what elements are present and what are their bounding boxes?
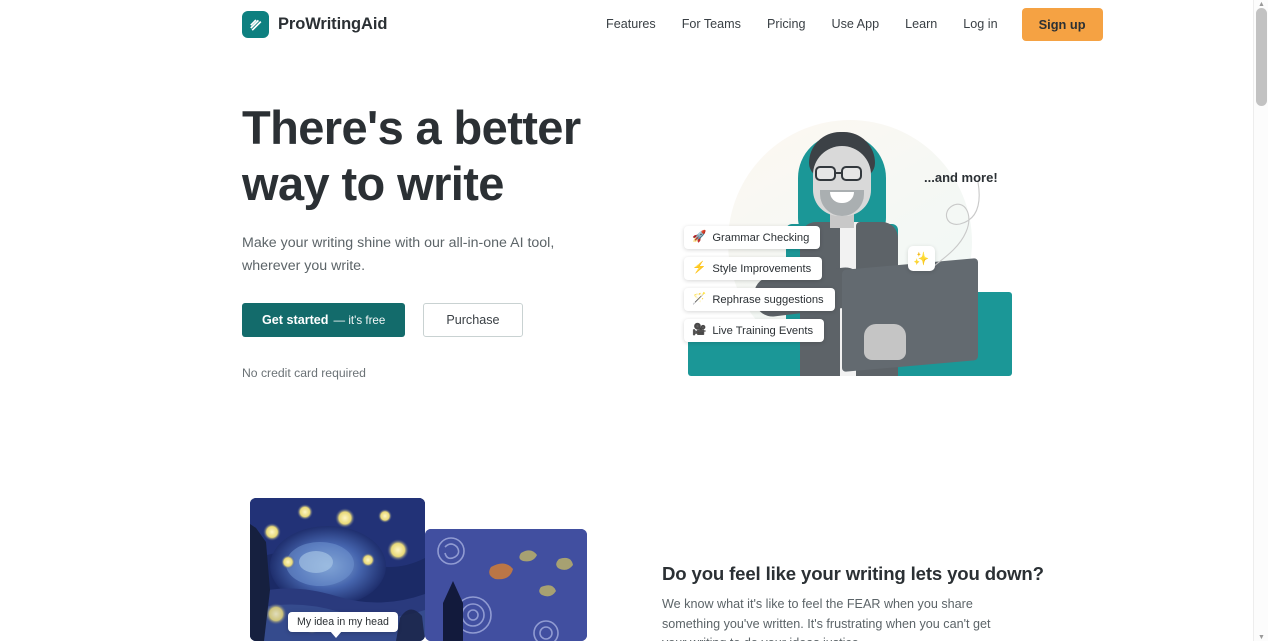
laptop-icon xyxy=(842,258,978,372)
nav-link-features[interactable]: Features xyxy=(600,11,669,37)
main-navigation: Features For Teams Pricing Use App Learn… xyxy=(600,0,1103,48)
get-started-button[interactable]: Get started — it's free xyxy=(242,303,406,337)
feature-chip-live-training-events[interactable]: 🎥 Live Training Events xyxy=(684,319,825,342)
nav-link-learn[interactable]: Learn xyxy=(892,11,950,37)
lightning-icon: ⚡ xyxy=(692,261,707,274)
scrollbar-thumb[interactable] xyxy=(1256,8,1267,106)
nav-link-for-teams[interactable]: For Teams xyxy=(669,11,754,37)
hero-cta-group: Get started — it's free Purchase xyxy=(242,303,523,337)
glasses-lens-left xyxy=(815,166,836,181)
video-camera-icon: 🎥 xyxy=(692,323,707,336)
prowritingaid-logo-icon xyxy=(242,11,269,38)
feature-chip-label: Rephrase suggestions xyxy=(712,293,824,306)
feature-chip-rephrase-suggestions[interactable]: 🪄 Rephrase suggestions xyxy=(684,288,835,311)
no-credit-card-note: No credit card required xyxy=(242,366,366,380)
person-hand xyxy=(864,324,906,360)
simplified-painting-panel xyxy=(425,529,587,641)
sparkles-icon: ✨ xyxy=(913,250,930,266)
lower-section-body: We know what it's like to feel the FEAR … xyxy=(662,597,991,641)
rocket-icon: 🚀 xyxy=(692,230,707,243)
page-root: ProWritingAid Features For Teams Pricing… xyxy=(0,0,1268,641)
nav-link-use-app[interactable]: Use App xyxy=(818,11,892,37)
scroll-down-arrow-icon[interactable]: ▼ xyxy=(1254,633,1268,641)
lower-section-title: Do you feel like your writing lets you d… xyxy=(662,563,1044,584)
get-started-sublabel: — it's free xyxy=(333,313,386,327)
feature-chip-grammar-checking[interactable]: 🚀 Grammar Checking xyxy=(684,226,821,249)
purchase-button[interactable]: Purchase xyxy=(423,303,523,337)
hero-illustration: 🚀 Grammar Checking ⚡ Style Improvements … xyxy=(676,112,1012,382)
idea-tooltip: My idea in my head xyxy=(288,612,398,638)
site-header: ProWritingAid Features For Teams Pricing… xyxy=(0,0,1254,48)
feature-chip-label: Grammar Checking xyxy=(712,231,810,244)
hero-title-line-2: way to write xyxy=(242,157,504,210)
sparkles-badge: ✨ xyxy=(908,246,935,271)
glasses-bridge xyxy=(836,172,841,175)
magic-wand-icon: 🪄 xyxy=(692,292,707,305)
get-started-label: Get started xyxy=(262,313,329,327)
feature-chip-label: Live Training Events xyxy=(712,324,814,337)
and-more-label: ...and more! xyxy=(924,170,998,185)
hero-title: There's a better way to write xyxy=(242,100,662,212)
scroll-up-arrow-icon[interactable]: ▲ xyxy=(1254,0,1268,8)
feature-chip-style-improvements[interactable]: ⚡ Style Improvements xyxy=(684,257,823,280)
brand-logo-link[interactable]: ProWritingAid xyxy=(242,11,387,38)
feature-chip-label: Style Improvements xyxy=(712,262,812,275)
brand-name: ProWritingAid xyxy=(278,15,388,33)
vertical-scrollbar[interactable]: ▲ ▼ xyxy=(1253,0,1268,641)
sign-up-button[interactable]: Sign up xyxy=(1021,7,1103,41)
feature-chip-list: 🚀 Grammar Checking ⚡ Style Improvements … xyxy=(684,226,835,342)
nav-link-pricing[interactable]: Pricing xyxy=(754,11,819,37)
hero-subtitle: Make your writing shine with our all-in-… xyxy=(242,235,555,274)
glasses-lens-right xyxy=(841,166,862,181)
nav-link-log-in[interactable]: Log in xyxy=(950,11,1010,37)
hero-title-line-1: There's a better xyxy=(242,101,581,154)
